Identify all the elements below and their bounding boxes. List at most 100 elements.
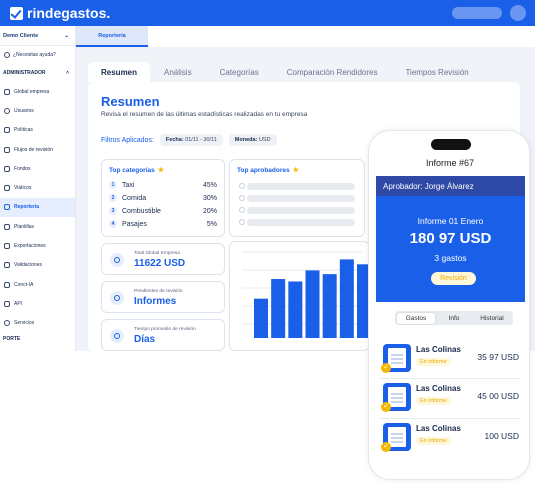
sidebar-item-politicas[interactable]: Políticas <box>0 121 75 140</box>
sidebar-item-validaciones[interactable]: Validaciones <box>0 256 75 275</box>
breadcrumb[interactable]: Reportería <box>76 26 148 47</box>
page-subtitle: Revisa el resumen de las últimas estadís… <box>101 111 308 118</box>
category-row: 2 Comida 30% <box>109 194 217 202</box>
star-icon: ★ <box>292 167 299 174</box>
filter-currency-label: Moneda: <box>234 137 258 143</box>
client-selector[interactable]: Demo Cliente ⌄ <box>0 26 75 46</box>
category-name: Pasajes <box>122 220 147 228</box>
tab-resumen[interactable]: Resumen <box>88 62 151 82</box>
clock-icon <box>110 329 124 343</box>
check-icon: ✓ <box>381 442 391 452</box>
search-icon <box>110 291 124 305</box>
tab-analisis[interactable]: Análisis <box>150 62 206 82</box>
section-admin[interactable]: ADMINISTRADOR ˄ <box>0 64 75 82</box>
bar-chart <box>242 251 369 338</box>
approver-bar: Aprobador: Jorge Álvarez <box>376 176 525 196</box>
phone-notch <box>431 139 471 150</box>
kpi-label: Total Global Empresa <box>134 251 180 256</box>
tab-comparacion-rendidores[interactable]: Comparación Rendidores <box>273 62 392 82</box>
sidebar-item-plantillas[interactable]: Plantillas <box>0 217 75 236</box>
expense-name: Las Colinas <box>416 384 461 393</box>
kpi-pendientes[interactable]: Pendientes de revisión Informes <box>101 281 225 313</box>
kpi-value: Días <box>134 334 156 345</box>
sidebar: Demo Cliente ⌄ ¿Necesitas ayuda? ADMINIS… <box>0 26 76 351</box>
check-icon: ✓ <box>381 363 391 373</box>
chart-bar[interactable] <box>322 274 337 338</box>
filter-date-label: Fecha: <box>165 137 184 143</box>
tab-info[interactable]: Info <box>435 315 473 322</box>
category-name: Combustible <box>122 207 161 215</box>
section-reporte-label: PORTE <box>3 335 21 342</box>
export-icon <box>4 243 10 250</box>
sidebar-item-api[interactable]: API <box>0 294 75 313</box>
approver-placeholder <box>247 195 355 202</box>
bar-chart-panel <box>229 241 370 351</box>
top-categories-title-text: Top categorías <box>109 166 155 174</box>
top-search-placeholder[interactable] <box>452 7 502 19</box>
chart-bar[interactable] <box>288 281 303 338</box>
category-name: Taxi <box>122 181 135 189</box>
expense-item[interactable]: ✓ Las Colinas En informe 100 USD <box>381 420 527 456</box>
sidebar-item-exportaciones[interactable]: Exportaciones <box>0 236 75 255</box>
section-reporte[interactable]: PORTE <box>0 333 75 345</box>
chart-bar[interactable] <box>271 279 286 338</box>
top-bar: rindegastos. <box>0 0 535 26</box>
phone-mockup: Informe #67 Aprobador: Jorge Álvarez Inf… <box>368 130 530 480</box>
filter-currency-value: USD <box>258 137 271 143</box>
sidebar-item-label: Servicios <box>14 320 35 327</box>
expense-badge: En informe <box>416 437 451 445</box>
avatar[interactable] <box>510 5 526 21</box>
chevron-down-icon: ⌄ <box>64 32 69 39</box>
wallet-icon <box>4 165 10 172</box>
report-title: Informe #67 <box>425 158 475 168</box>
radio-icon <box>239 195 245 201</box>
approver-placeholder <box>247 183 355 190</box>
kpi-value: Informes <box>134 296 177 307</box>
expense-item[interactable]: ✓ Las Colinas En informe 45 00 USD <box>381 380 527 416</box>
globe-icon <box>110 253 124 267</box>
help-label: ¿Necesitas ayuda? <box>13 52 56 58</box>
building-icon <box>4 88 10 95</box>
sidebar-item-conct-ia[interactable]: Conct-IA <box>0 275 75 294</box>
expense-name: Las Colinas <box>416 345 461 354</box>
expense-amount: 100 USD <box>484 431 520 441</box>
sidebar-item-label: Plantillas <box>14 223 35 230</box>
chart-bar[interactable] <box>305 270 320 338</box>
sidebar-item-fondos[interactable]: Fondos <box>0 159 75 178</box>
top-approvers-panel: Top aprobadores ★ <box>229 159 365 237</box>
chart-bar[interactable] <box>254 298 268 338</box>
filter-date-value: 01/11 - 30/11 <box>185 137 217 143</box>
kpi-total-global[interactable]: Total Global Empresa 11622 USD <box>101 243 225 275</box>
kpi-tiempo-promedio[interactable]: Tiempo promedio de revisión Días <box>101 319 225 351</box>
expense-badge: En informe <box>416 358 451 366</box>
chart-bar[interactable] <box>339 259 354 338</box>
expense-item[interactable]: ✓ Las Colinas En informe 35 97 USD <box>381 341 527 377</box>
sidebar-item-reporteria[interactable]: Reportería <box>0 197 75 218</box>
category-rank: 3 <box>109 207 117 215</box>
filter-date-chip[interactable]: Fecha: 01/11 - 30/11 <box>159 134 223 146</box>
category-rank: 1 <box>109 181 117 189</box>
filter-currency-chip[interactable]: Moneda: USD <box>228 134 277 146</box>
brand-logo[interactable]: rindegastos. <box>10 5 110 21</box>
radio-icon <box>239 219 245 225</box>
sidebar-item-usuarios[interactable]: Usuarios <box>0 101 75 120</box>
sidebar-item-flujos[interactable]: Flujos de revisión <box>0 140 75 159</box>
tab-gastos[interactable]: Gastos <box>397 312 435 324</box>
template-icon <box>4 223 10 230</box>
tab-historial[interactable]: Historial <box>473 315 511 322</box>
sidebar-item-global-empresa[interactable]: Global empresa <box>0 82 75 101</box>
page-title: Resumen <box>101 94 160 109</box>
tab-categorias[interactable]: Categorías <box>206 62 273 82</box>
sidebar-item-label: API <box>14 300 23 307</box>
document-icon <box>4 127 10 134</box>
logo-check-icon <box>10 6 23 20</box>
chevron-up-icon: ˄ <box>66 70 69 76</box>
sidebar-item-label: Viáticos <box>14 185 32 192</box>
sidebar-item-servicios[interactable]: Servicios <box>0 314 75 333</box>
help-link[interactable]: ¿Necesitas ayuda? <box>0 46 75 64</box>
suitcase-icon <box>4 185 10 192</box>
sidebar-item-viaticos[interactable]: Viáticos <box>0 178 75 197</box>
tab-tiempos-revision[interactable]: Tiempos Revisión <box>391 62 482 82</box>
category-row: 4 Pasajes 5% <box>109 220 217 228</box>
sidebar-item-label: Global empresa <box>14 88 50 95</box>
